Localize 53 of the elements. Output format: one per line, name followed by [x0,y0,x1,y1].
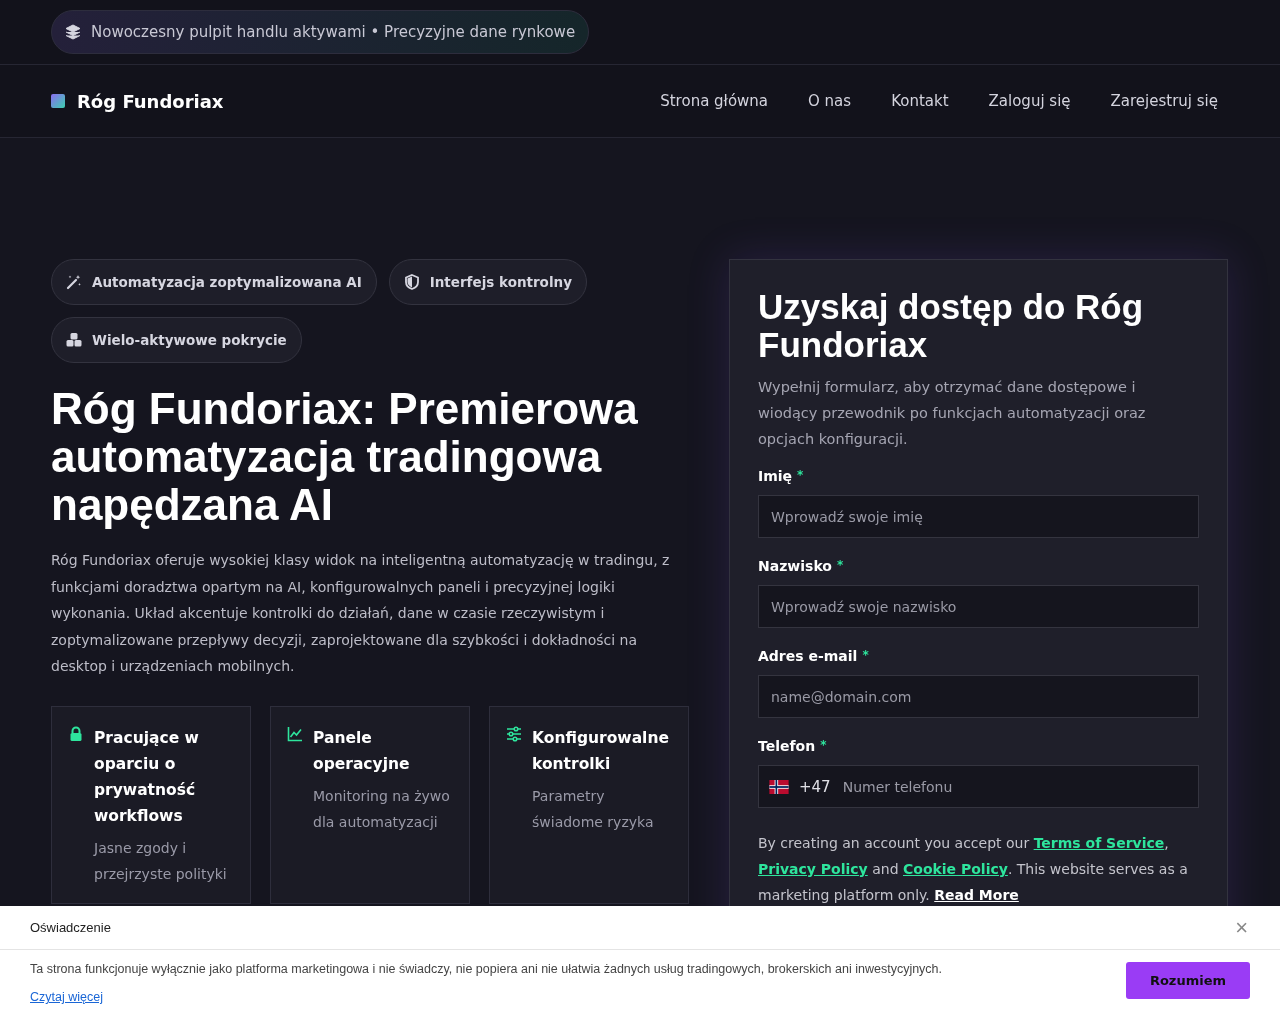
feature-text: Parametry świadome ryzyka [532,786,655,832]
read-more-link[interactable]: Czytaj więcej [30,990,103,1004]
layers-icon [65,24,81,40]
field-label: Imię [758,468,793,484]
padlock-icon [68,725,84,742]
accept-button[interactable]: Rozumiem [1126,962,1250,999]
field-label: Nazwisko [758,558,832,574]
form-title: Uzyskaj dostęp do Róg Fundoriax [758,288,1145,364]
nav-link[interactable]: Strona główna [660,92,769,110]
country-code: +47 [799,777,831,796]
nav-link[interactable]: Kontakt [891,92,949,110]
brand-name[interactable]: Róg Fundoriax [77,90,224,112]
magic-wand-icon [66,274,82,290]
banner-title: Oświadczenie [30,920,111,935]
feature-text: Jasne zgody i przejrzyste polityki [94,838,228,884]
nav-link[interactable]: O nas [808,92,852,110]
hero-title: Róg Fundoriax: Premierowa automatyzacja tradingowa napędzana AI [51,385,639,529]
feature-text: Monitoring na żywo dla automatyzacji [313,786,451,832]
phone-input[interactable]: Numer telefonu [840,777,1188,796]
feature-title: Panele operacyjne [313,727,411,775]
feature-badge: Automatyzacja zoptymalizowana AI [51,259,377,305]
input-field[interactable]: name@domain.com [758,675,1199,718]
input-field[interactable]: Wprowadź swoje nazwisko [758,585,1199,628]
sliders-icon [506,725,522,742]
line-chart-icon [287,725,303,742]
logo-icon [51,94,65,108]
cubes-icon [66,332,82,348]
nav-link[interactable]: Zarejestruj się [1110,92,1218,110]
feature-title: Pracujące w oparciu o prywatność workflows [94,727,200,827]
required-mark: * [797,468,804,484]
feature-title: Konfigurowalne kontrolki [532,727,670,775]
terms-text: By creating an account you accept our Terms of Service, Privacy Policy and Cookie Policy. This website serves as a marketing platform only. Read More [758,834,1189,905]
field-label: Telefon [758,738,816,754]
policy-link[interactable]: Privacy Policy [758,861,868,877]
announcement-text: Nowoczesny pulpit handlu aktywami • Precyzyjne dane rynkowe [91,23,576,41]
close-button[interactable]: × [1233,914,1250,941]
nav-link[interactable]: Zaloguj się [988,92,1071,110]
form-text: Wypełnij formularz, aby otrzymać dane dostępowe i wiodący przewodnik po funkcjach automatyzacji oraz opcjach konfiguracji. [758,378,1147,449]
required-mark: * [862,648,869,664]
read-more-link[interactable]: Read More [934,887,1019,903]
required-mark: * [820,738,827,754]
disclaimer-text: Ta strona funkcjonuje wyłącznie jako platforma marketingowa i nie świadczy, nie popiera ani nie ułatwia żadnych usług tradingowych, brokerskich ani inwestycyjnych. [30,962,943,976]
norway-flag-icon[interactable] [769,779,789,794]
field-label: Adres e-mail [758,648,858,664]
input-field[interactable]: Wprowadź swoje imię [758,495,1199,538]
feature-badge: Interfejs kontrolny [388,259,587,305]
phone-field[interactable]: +47 Numer telefonu [758,765,1199,808]
shield-icon [403,274,420,290]
hero-text: Róg Fundoriax oferuje wysokiej klasy widok na inteligentną automatyzację w tradingu, z funkcjami doradztwa opartym na AI, konfigurowalnych paneli i precyzyjnej logiki wykonania. Układ akcentuje kontrolki do działań, dane w czasie rzeczywistym i zoptymalizowane przepływy decyzji, zaprojektowane dla szybkości i dokładności na desktop i urządzeniach mobilnych. [51,551,671,676]
policy-link[interactable]: Cookie Policy [903,861,1008,877]
required-mark: * [836,558,844,574]
policy-link[interactable]: Terms of Service [1033,835,1165,851]
feature-badge: Wielo-aktywowe pokrycie [51,317,302,363]
